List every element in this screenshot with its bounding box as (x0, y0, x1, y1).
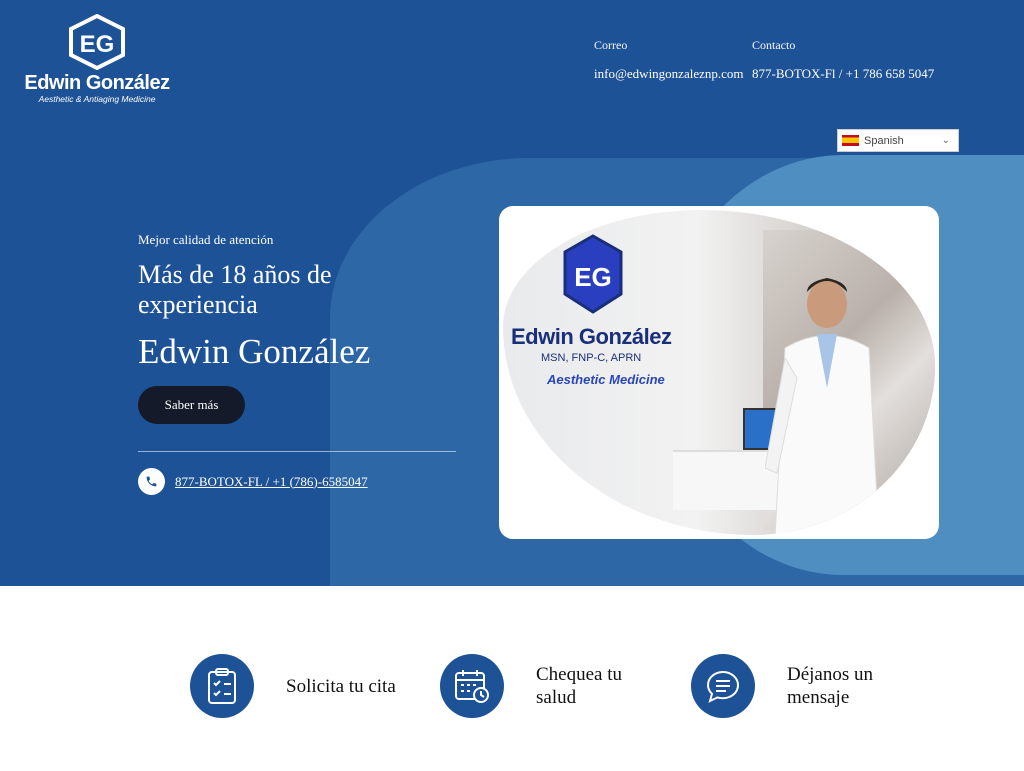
contact-value[interactable]: 877-BOTOX-Fl / +1 786 658 5047 (752, 66, 934, 82)
chat-bubble-icon (691, 654, 755, 718)
hero-headline: Más de 18 años de experiencia (138, 260, 332, 319)
clinic-sign-specialty: Aesthetic Medicine (547, 372, 665, 387)
hero-phone[interactable]: 877-BOTOX-FL / +1 (786)-6585047 (138, 468, 368, 495)
hero-photo-card: EG Edwin González MSN, FNP-C, APRN Aesth… (499, 206, 939, 539)
feature-message[interactable]: Déjanos un mensaje (691, 654, 897, 718)
feature-appointment[interactable]: Solicita tu cita (190, 654, 396, 718)
spain-flag-icon (842, 135, 859, 146)
svg-text:EG: EG (574, 262, 612, 292)
hero-tagline: Mejor calidad de atención (138, 232, 274, 247)
hero-photo: EG Edwin González MSN, FNP-C, APRN Aesth… (503, 210, 935, 535)
site-logo[interactable]: EG Edwin González Aesthetic & Antiaging … (22, 14, 172, 104)
header-email: Correo info@edwingonzaleznp.com (594, 38, 744, 82)
language-selector[interactable]: Spanish ⌄ (837, 129, 959, 152)
logo-mark-icon: EG (69, 14, 125, 70)
hero-name: Edwin González (138, 332, 371, 371)
phone-link[interactable]: 877-BOTOX-FL / +1 (786)-6585047 (175, 474, 368, 490)
clinic-sign-name: Edwin González (511, 324, 672, 349)
saber-mas-button[interactable]: Saber más (138, 386, 245, 424)
phone-icon (138, 468, 165, 495)
feature-health-check-label: Chequea tu salud (536, 664, 623, 708)
clinic-sign-credentials: MSN, FNP-C, APRN (541, 352, 642, 364)
logo-name: Edwin González (24, 72, 170, 94)
clipboard-check-icon (190, 654, 254, 718)
calendar-clock-icon (440, 654, 504, 718)
chevron-down-icon: ⌄ (941, 135, 950, 146)
email-value[interactable]: info@edwingonzaleznp.com (594, 66, 744, 82)
email-label: Correo (594, 38, 628, 52)
feature-appointment-label: Solicita tu cita (286, 675, 396, 697)
language-selected: Spanish (864, 134, 904, 147)
contact-label: Contacto (752, 38, 796, 52)
hero-divider (138, 451, 456, 452)
feature-health-check[interactable]: Chequea tu salud (440, 654, 646, 718)
header-contact: Contacto 877-BOTOX-Fl / +1 786 658 5047 (752, 38, 934, 82)
clinic-sign-logo-icon: EG (563, 234, 623, 314)
hero-section: EG Edwin González Aesthetic & Antiaging … (0, 0, 1024, 586)
logo-subtitle: Aesthetic & Antiaging Medicine (38, 94, 156, 104)
doctor-figure (765, 278, 880, 535)
svg-text:EG: EG (80, 31, 115, 58)
feature-message-label: Déjanos un mensaje (787, 664, 874, 708)
